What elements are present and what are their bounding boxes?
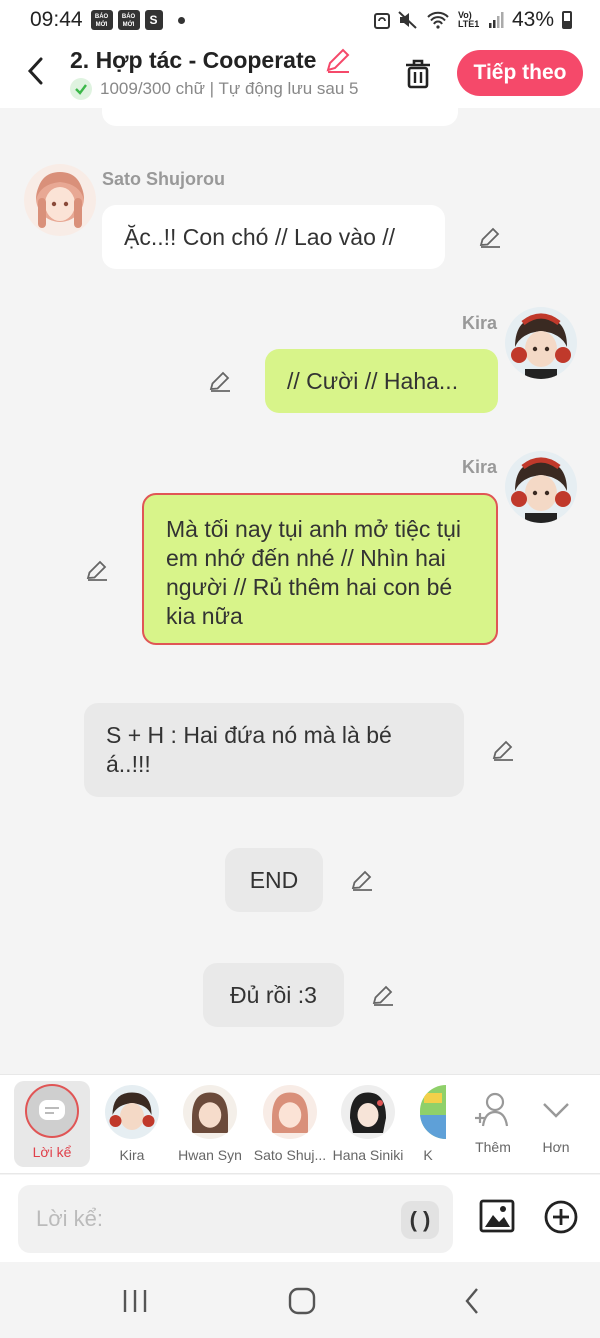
more-characters-button[interactable]: Hơn bbox=[516, 1081, 596, 1155]
word-count-text: 1009/300 chữ | Tự động lưu sau 5 bbox=[100, 79, 359, 98]
sync-icon bbox=[373, 13, 390, 29]
avatar-kira bbox=[505, 307, 577, 379]
narration-text: Đủ rồi :3 bbox=[230, 981, 317, 1008]
network-label: Vo) LTE1 bbox=[457, 10, 480, 29]
message-input-bar: Lời kể: ( ) bbox=[0, 1175, 600, 1262]
edit-message-button[interactable] bbox=[489, 736, 517, 764]
chevron-down-icon bbox=[543, 1103, 569, 1118]
story-chat-area[interactable]: Sato Shujorou Ặc..!! Con chó // Lao vào … bbox=[0, 108, 600, 1074]
battery-icon bbox=[562, 11, 572, 29]
narration-bubble[interactable]: S + H : Hai đứa nó mà là bé á..!!! bbox=[84, 703, 464, 797]
character-label: Hwan Syn bbox=[178, 1147, 242, 1163]
message-bubble[interactable]: // Cười // Haha... bbox=[265, 349, 498, 413]
saved-check-icon bbox=[70, 78, 92, 100]
status-time: 09:44 bbox=[30, 8, 83, 31]
narration-bubble[interactable]: END bbox=[225, 848, 323, 912]
avatar-kira bbox=[505, 451, 577, 523]
pencil-icon bbox=[372, 985, 393, 1006]
character-avatar bbox=[341, 1085, 395, 1139]
system-back-button[interactable] bbox=[452, 1284, 492, 1318]
chapter-title[interactable]: 2. Hợp tác - Cooperate bbox=[70, 46, 352, 74]
word-count-status: 1009/300 chữ | Tự động lưu sau 5 bbox=[70, 78, 380, 100]
message-bubble[interactable]: Ặc..!! Con chó // Lao vào // bbox=[102, 205, 445, 269]
image-icon bbox=[479, 1199, 515, 1233]
edit-message-button[interactable] bbox=[83, 556, 111, 584]
message-text: // Cười // Haha... bbox=[287, 367, 459, 394]
character-avatar bbox=[420, 1085, 446, 1139]
input-placeholder: Lời kể: bbox=[36, 1206, 104, 1231]
back-chevron-icon bbox=[465, 1288, 478, 1314]
edit-title-icon[interactable] bbox=[324, 46, 352, 74]
character-label: Sato Shuj... bbox=[253, 1147, 327, 1163]
character-avatar bbox=[183, 1085, 237, 1139]
more-characters-label: Hơn bbox=[542, 1139, 570, 1155]
message-bubble-selected[interactable]: Mà tối nay tụi anh mở tiệc tụi em nhớ đế… bbox=[142, 493, 498, 645]
baomoi-app-icon: BÁO MỚI bbox=[117, 10, 140, 30]
character-avatar bbox=[263, 1085, 317, 1139]
avatar-sato bbox=[24, 164, 96, 236]
narration-text: S + H : Hai đứa nó mà là bé á..!!! bbox=[106, 722, 392, 777]
previous-message-bubble[interactable] bbox=[102, 108, 458, 126]
narration-bubble[interactable]: Đủ rồi :3 bbox=[203, 963, 344, 1027]
add-character-label: Thêm bbox=[475, 1139, 511, 1155]
system-nav-bar bbox=[0, 1262, 600, 1338]
next-button[interactable]: Tiếp theo bbox=[457, 50, 583, 96]
message-text: Ặc..!! Con chó // Lao vào // bbox=[124, 223, 396, 250]
delete-button[interactable] bbox=[398, 54, 438, 94]
character-label: Hana Siniki bbox=[332, 1147, 404, 1163]
status-bar: 09:44 BÁO MỚI BÁO MỚI S Vo) LTE1 43% bbox=[0, 0, 600, 40]
narration-text: END bbox=[249, 866, 299, 893]
home-icon bbox=[288, 1287, 316, 1315]
speaker-name: Kira bbox=[462, 457, 498, 477]
message-text: Mà tối nay tụi anh mở tiệc tụi em nhớ đế… bbox=[166, 516, 462, 629]
edit-message-button[interactable] bbox=[348, 866, 376, 894]
edit-message-button[interactable] bbox=[369, 981, 397, 1009]
editor-header: 2. Hợp tác - Cooperate 1009/300 chữ | Tự… bbox=[0, 40, 600, 108]
recent-apps-button[interactable] bbox=[115, 1284, 155, 1318]
mute-icon bbox=[398, 11, 417, 29]
character-hwan-syn[interactable]: Hwan Syn bbox=[170, 1081, 250, 1163]
narration-input[interactable]: Lời kể: ( ) bbox=[18, 1185, 453, 1253]
wifi-icon bbox=[427, 11, 449, 29]
recent-apps-icon bbox=[123, 1290, 147, 1312]
home-button[interactable] bbox=[282, 1284, 322, 1318]
back-button[interactable] bbox=[18, 54, 52, 88]
back-arrow-icon bbox=[27, 57, 43, 85]
narrator-avatar bbox=[25, 1084, 79, 1138]
signal-icon bbox=[488, 12, 504, 28]
trash-icon bbox=[406, 59, 430, 89]
pencil-icon bbox=[351, 870, 372, 891]
chapter-title-text: 2. Hợp tác - Cooperate bbox=[70, 46, 317, 73]
character-avatar bbox=[105, 1085, 159, 1139]
chat-bubble-icon bbox=[39, 1100, 65, 1120]
pencil-icon bbox=[209, 371, 230, 392]
speaker-name: Kira bbox=[462, 313, 498, 333]
battery-percent: 43% bbox=[511, 8, 554, 31]
plus-circle-icon bbox=[544, 1200, 578, 1234]
pencil-icon bbox=[86, 560, 107, 581]
parenthesis-button[interactable]: ( ) bbox=[401, 1201, 439, 1239]
edit-message-button[interactable] bbox=[206, 367, 234, 395]
pencil-icon bbox=[492, 740, 513, 761]
character-kira[interactable]: Kira bbox=[92, 1081, 172, 1163]
character-label: Lời kể bbox=[32, 1144, 72, 1160]
character-sato[interactable]: Sato Shuj... bbox=[250, 1081, 330, 1163]
character-bar: Lời kể Kira Hwan Syn Sato Shuj... Hana S… bbox=[0, 1074, 600, 1174]
add-person-icon bbox=[475, 1092, 509, 1127]
baomoi-app-icon: BÁO MỚI bbox=[90, 10, 113, 30]
pencil-icon bbox=[479, 227, 500, 248]
more-options-button[interactable] bbox=[543, 1199, 579, 1235]
speaker-name: Sato Shujorou bbox=[102, 169, 225, 189]
notification-dot-icon bbox=[177, 16, 185, 24]
shopee-app-icon: S bbox=[144, 10, 163, 30]
character-label: Kira bbox=[119, 1147, 145, 1163]
character-label: K bbox=[423, 1147, 433, 1163]
insert-image-button[interactable] bbox=[478, 1197, 516, 1235]
character-hana-siniki[interactable]: Hana Siniki bbox=[328, 1081, 408, 1163]
character-k[interactable]: K bbox=[408, 1081, 448, 1163]
status-indicators: Vo) LTE1 43% bbox=[373, 0, 572, 40]
character-narrator[interactable]: Lời kể bbox=[14, 1081, 90, 1167]
edit-message-button[interactable] bbox=[476, 223, 504, 251]
